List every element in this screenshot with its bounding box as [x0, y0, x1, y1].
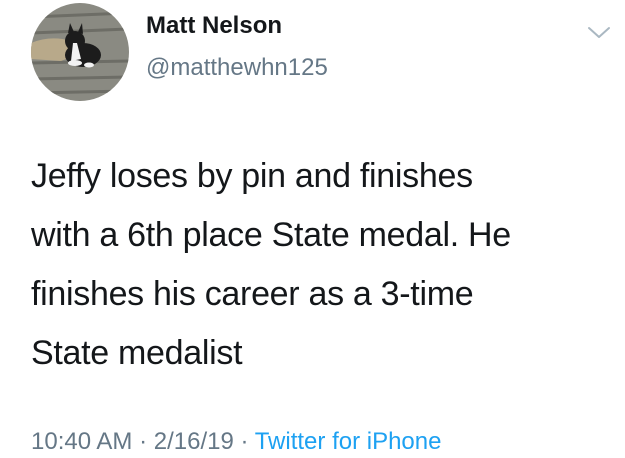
- avatar-dog-image: [31, 3, 129, 101]
- meta-separator: ·: [233, 428, 255, 455]
- meta-separator: ·: [132, 428, 154, 455]
- tweet-date[interactable]: 2/16/19: [154, 428, 234, 455]
- tweet-source-link[interactable]: Twitter for iPhone: [255, 428, 442, 455]
- user-display-name[interactable]: Matt Nelson: [146, 12, 282, 40]
- tweet-text: Jeffy loses by pin and finishes with a 6…: [31, 147, 606, 383]
- tweet-text-line: State medalist: [31, 334, 243, 372]
- tweet-card: Matt Nelson @matthewhn125 Jeffy loses by…: [0, 0, 625, 458]
- chevron-down-icon[interactable]: [586, 24, 612, 42]
- tweet-text-line: Jeffy loses by pin and finishes: [31, 157, 473, 195]
- tweet-meta: 10:40 AM · 2/16/19 · Twitter for iPhone: [31, 428, 441, 456]
- user-handle[interactable]: @matthewhn125: [146, 54, 328, 82]
- tweet-text-line: with a 6th place State medal. He: [31, 216, 511, 254]
- avatar[interactable]: [31, 3, 129, 101]
- tweet-time[interactable]: 10:40 AM: [31, 428, 132, 455]
- tweet-text-line: finishes his career as a 3-time: [31, 275, 474, 313]
